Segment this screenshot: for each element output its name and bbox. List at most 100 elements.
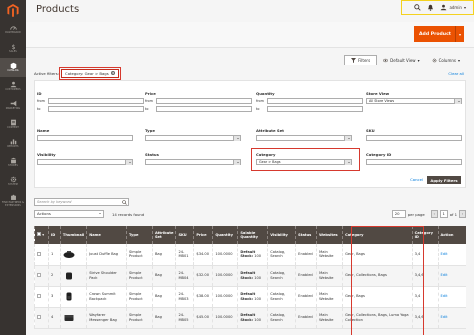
col-price[interactable]: Price [193,226,213,244]
col-visibility[interactable]: Visibility [267,226,296,244]
row-checkbox[interactable] [37,251,41,256]
cell-thumbnail[interactable] [59,286,87,308]
sidebar-item-dashboard[interactable]: DASHBOARD [0,20,26,39]
filters-button[interactable]: Filters [344,55,378,65]
chevron-left-icon: ‹ [433,212,435,216]
filters-panel: ID from to Price from to Quantity from t… [34,80,466,188]
id-from-input[interactable] [48,98,144,104]
pager: 20 per page ‹ 1 of 1 › [391,210,466,218]
category-column-highlight [351,226,424,335]
price-to-input[interactable] [156,106,252,112]
type-select[interactable] [145,135,241,141]
category-id-input[interactable] [366,159,462,165]
page-number-input[interactable]: 1 [439,210,448,218]
visibility-select[interactable] [37,159,133,165]
per-page-select[interactable]: 20 [391,210,406,218]
row-select-cell[interactable] [34,307,49,329]
sidebar-item-stores[interactable]: STORES [0,153,26,172]
row-checkbox[interactable] [37,314,41,319]
cell-thumbnail[interactable] [59,307,87,329]
sidebar-item-content[interactable]: CONTENT [0,115,26,134]
funnel-icon [351,58,357,63]
cell-action: Edit [437,286,466,308]
cell-websites: Main Website [316,244,343,266]
add-product-button[interactable]: Add Product ▾ [414,26,464,42]
edit-link[interactable]: Edit [441,294,448,298]
columns-label: Columns [438,57,456,63]
row-checkbox[interactable] [37,293,41,298]
col-name[interactable]: Name [86,226,127,244]
col-salable-quantity[interactable]: Salable Quantity [237,226,268,244]
product-thumbnail-image[interactable] [63,250,75,259]
col-id[interactable]: ID [47,226,61,244]
col-quantity[interactable]: Quantity [212,226,238,244]
col-type[interactable]: Type [126,226,153,244]
remove-filter-icon[interactable]: ✕ [110,71,115,75]
row-select-cell[interactable] [34,265,49,287]
cell-price: $38.00 [193,286,213,308]
sidebar-item-sales[interactable]: $ SALES [0,39,26,58]
sidebar-item-label: CUSTOMERS [5,88,21,92]
product-thumbnail-image[interactable] [63,313,75,322]
from-label: from [37,99,45,103]
row-select-cell[interactable] [34,244,49,266]
sidebar-item-label: FIND PARTNERS & EXTENSIONS [1,200,25,207]
add-product-split-toggle[interactable]: ▾ [455,26,464,42]
filter-store-view: Store View All Store Views [366,91,462,104]
product-thumbnail-image[interactable] [63,292,75,301]
prev-page-button[interactable]: ‹ [430,210,438,218]
id-to-input[interactable] [48,106,144,112]
sidebar-item-marketing[interactable]: MARKETING [0,96,26,115]
sidebar-item-catalog[interactable]: CATALOG [0,58,26,77]
mass-select-header[interactable]: ▾ [34,226,49,244]
cell-price: $45.00 [193,307,213,329]
sidebar-item-find-partners-extensions[interactable]: FIND PARTNERS & EXTENSIONS [0,191,26,210]
keyword-search-input[interactable]: Search by keyword [34,198,129,206]
sidebar-item-customers[interactable]: CUSTOMERS [0,77,26,96]
price-from-input[interactable] [156,98,252,104]
search-icon[interactable] [122,200,127,205]
cancel-button[interactable]: Cancel [410,177,423,182]
store-view-select[interactable]: All Store Views [366,98,462,104]
filter-quantity: Quantity from to [256,91,363,114]
product-thumbnail-image[interactable] [63,271,75,280]
clear-all-link[interactable]: Clear all [448,71,464,76]
cell-type: Simple Product [126,244,153,266]
cell-type: Simple Product [126,265,153,287]
magento-logo[interactable] [0,0,26,20]
filter-category-id-label: Category ID [366,152,392,157]
chevron-down-icon: ▾ [458,31,461,37]
salable-stock-value: 100 [254,296,262,301]
sidebar-item-label: CONTENT [7,126,19,130]
edit-link[interactable]: Edit [441,252,448,256]
columns-dropdown[interactable]: Columns ▾ [426,55,466,65]
name-input[interactable] [37,135,133,141]
edit-link[interactable]: Edit [441,315,448,319]
apply-filters-button[interactable]: Apply Filters [427,176,461,184]
add-product-label: Add Product [419,31,451,37]
cell-id: 2 [47,265,61,287]
attribute-set-select[interactable] [256,135,352,141]
sidebar-item-reports[interactable]: REPORTS [0,134,26,153]
default-view-dropdown[interactable]: Default View ▾ [377,55,425,65]
status-select[interactable] [145,159,241,165]
cell-thumbnail[interactable] [59,244,87,266]
sidebar-item-label: MARKETING [5,107,21,111]
edit-link[interactable]: Edit [441,273,448,277]
actions-select[interactable]: Actions [34,210,104,218]
grid-toolbar: Filters Default View ▾ Columns ▾ [34,55,466,65]
quantity-to-input[interactable] [267,106,363,112]
sidebar-item-system[interactable]: SYSTEM [0,172,26,191]
row-select-cell[interactable] [34,286,49,308]
col-attribute-set[interactable]: Attribute Set [151,226,176,244]
next-page-button[interactable]: › [459,210,466,218]
col-websites[interactable]: Websites [316,226,343,244]
sku-input[interactable] [366,135,462,141]
col-status[interactable]: Status [295,226,317,244]
select-all-checkbox[interactable] [37,232,41,237]
row-checkbox[interactable] [37,272,41,277]
cell-thumbnail[interactable] [59,265,87,287]
quantity-from-input[interactable] [267,98,363,104]
active-filter-chip: Category: Gear > Bags ✕ [59,66,121,80]
col-sku[interactable]: SKU [175,226,194,244]
